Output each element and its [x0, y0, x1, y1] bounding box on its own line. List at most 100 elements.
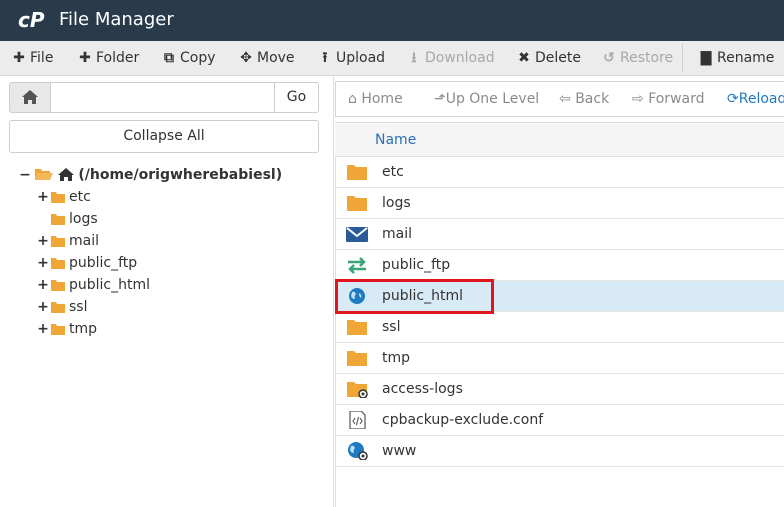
reload-button[interactable]: ⟳Reload — [727, 82, 784, 116]
column-header-name[interactable]: Name — [375, 132, 416, 148]
collapse-toggle-icon[interactable]: − — [19, 164, 31, 186]
upload-button[interactable]: ⭱ Upload — [318, 41, 386, 75]
folder-icon — [347, 165, 367, 180]
highlight-annotation — [335, 279, 494, 314]
up-one-level-button[interactable]: ⬏Up One Level — [434, 82, 539, 116]
tree-root[interactable]: − (/home/origwherebabiesl) — [19, 164, 282, 186]
file-name: ssl — [382, 319, 401, 335]
tree-item-mail[interactable]: + mail — [37, 230, 99, 252]
file-row-cpbackup-exclude-conf[interactable]: cpbackup-exclude.conf — [336, 405, 784, 436]
undo-icon: ↺ — [603, 50, 615, 66]
file-row-mail[interactable]: mail — [336, 219, 784, 250]
file-row-public-ftp[interactable]: public_ftp — [336, 250, 784, 281]
back-label: Back — [575, 91, 610, 107]
transfer-arrows-icon — [348, 257, 366, 274]
tree-item-ssl[interactable]: + ssl — [37, 296, 87, 318]
expand-toggle-icon[interactable]: + — [37, 186, 49, 208]
file-row-access-logs[interactable]: access-logs — [336, 374, 784, 405]
file-name: mail — [382, 226, 412, 242]
file-name: etc — [382, 164, 404, 180]
expand-toggle-icon[interactable]: + — [37, 318, 49, 340]
move-label: Move — [257, 50, 295, 66]
path-input[interactable] — [51, 82, 275, 113]
file-row-logs[interactable]: logs — [336, 188, 784, 219]
delete-button[interactable]: ✖ Delete — [517, 41, 581, 75]
copy-button[interactable]: ⧉ Copy — [162, 41, 216, 75]
file-row-ssl[interactable]: ssl — [336, 312, 784, 343]
tree-item-label: etc — [69, 189, 91, 205]
restore-label: Restore — [620, 50, 674, 66]
tree-item-label: public_ftp — [69, 255, 138, 271]
folder-icon — [347, 351, 367, 366]
go-button[interactable]: Go — [274, 82, 319, 113]
close-icon: ✖ — [518, 50, 530, 66]
forward-label: Forward — [648, 91, 705, 107]
move-button[interactable]: ✥ Move — [239, 41, 295, 75]
folder-icon — [51, 258, 65, 269]
download-icon: ⭳ — [411, 50, 417, 66]
folder-icon — [347, 320, 367, 335]
home-directory-button[interactable] — [9, 82, 51, 113]
file-row-www[interactable]: www — [336, 436, 784, 467]
folder-icon — [51, 214, 65, 225]
folder-icon — [51, 324, 65, 335]
globe-link-icon — [348, 442, 368, 460]
tree-item-label: mail — [69, 233, 99, 249]
folder-icon — [51, 236, 65, 247]
tree-item-tmp[interactable]: + tmp — [37, 318, 97, 340]
tree-item-public-ftp[interactable]: + public_ftp — [37, 252, 137, 274]
plus-icon: ✚ — [13, 50, 25, 66]
panel-divider[interactable] — [333, 75, 334, 507]
home-icon: ⌂ — [348, 91, 357, 107]
tree-root-label: (/home/origwherebabiesl) — [78, 167, 283, 183]
download-label: Download — [425, 50, 495, 66]
collapse-all-button[interactable]: Collapse All — [9, 120, 319, 153]
plus-icon: ✚ — [79, 50, 91, 66]
tree-item-logs[interactable]: logs — [37, 208, 98, 230]
download-button[interactable]: ⭳ Download — [407, 41, 495, 75]
folder-icon — [51, 302, 65, 313]
new-file-button[interactable]: ✚ File — [12, 41, 53, 75]
code-file-icon — [349, 411, 366, 429]
tree-item-etc[interactable]: + etc — [37, 186, 91, 208]
back-button[interactable]: ⇦ Back — [559, 82, 609, 116]
toolbar: ✚ File ✚ Folder ⧉ Copy ✥ Move ⭱ Upload ⭳ Downl… — [0, 41, 784, 76]
tree-item-label: logs — [69, 211, 98, 227]
home-icon — [57, 168, 74, 181]
level-up-icon: ⬏ — [434, 91, 446, 107]
tree-item-label: public_html — [69, 277, 151, 293]
expand-toggle-icon[interactable]: + — [37, 230, 49, 252]
upload-label: Upload — [336, 50, 386, 66]
file-name: cpbackup-exclude.conf — [382, 412, 544, 428]
restore-button[interactable]: ↺ Restore — [602, 41, 673, 75]
mail-icon — [346, 227, 368, 242]
file-row-tmp[interactable]: tmp — [336, 343, 784, 374]
forward-button[interactable]: ⇨ Forward — [632, 82, 705, 116]
app-title: File Manager — [59, 9, 174, 30]
rename-button[interactable]: ▇ Rename — [699, 41, 775, 75]
expand-toggle-icon[interactable]: + — [37, 296, 49, 318]
tree-item-public-html[interactable]: + public_html — [37, 274, 150, 296]
expand-toggle-icon[interactable]: + — [37, 252, 49, 274]
new-folder-label: Folder — [96, 50, 140, 66]
refresh-icon: ⟳ — [727, 91, 739, 107]
copy-icon: ⧉ — [164, 50, 174, 66]
upload-icon: ⭱ — [322, 50, 328, 66]
file-name: logs — [382, 195, 411, 211]
arrow-right-icon: ⇨ — [632, 91, 644, 107]
new-folder-button[interactable]: ✚ Folder — [78, 41, 139, 75]
file-name: tmp — [382, 350, 411, 366]
tree-item-label: tmp — [69, 321, 98, 337]
svg-text:cP: cP — [18, 8, 45, 32]
toolbar-divider — [682, 43, 683, 73]
folder-link-icon — [347, 382, 368, 398]
file-row-etc[interactable]: etc — [336, 157, 784, 188]
cpanel-logo-icon[interactable]: cP — [18, 8, 52, 32]
file-name: public_ftp — [382, 257, 451, 273]
nav-home-button[interactable]: ⌂ Home — [348, 82, 403, 116]
file-name: access-logs — [382, 381, 463, 397]
expand-toggle-icon[interactable]: + — [37, 274, 49, 296]
copy-label: Copy — [180, 50, 216, 66]
delete-label: Delete — [535, 50, 581, 66]
rename-label: Rename — [717, 50, 775, 66]
